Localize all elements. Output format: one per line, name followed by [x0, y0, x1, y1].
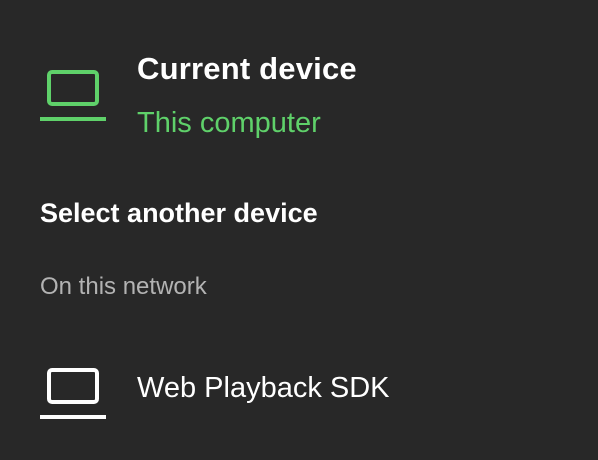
laptop-icon: [38, 366, 108, 422]
select-device-heading: Select another device: [40, 198, 318, 228]
current-device-title: Current device: [137, 51, 357, 86]
device-picker-panel: Current device This computer Select anot…: [0, 0, 598, 460]
current-device-subtitle: This computer: [137, 107, 321, 139]
laptop-icon: [38, 68, 108, 124]
network-label: On this network: [40, 273, 207, 300]
device-name: Web Playback SDK: [137, 372, 390, 404]
device-item-web-playback-sdk[interactable]: Web Playback SDK: [38, 350, 560, 430]
current-device-item[interactable]: Current device This computer: [38, 48, 560, 148]
